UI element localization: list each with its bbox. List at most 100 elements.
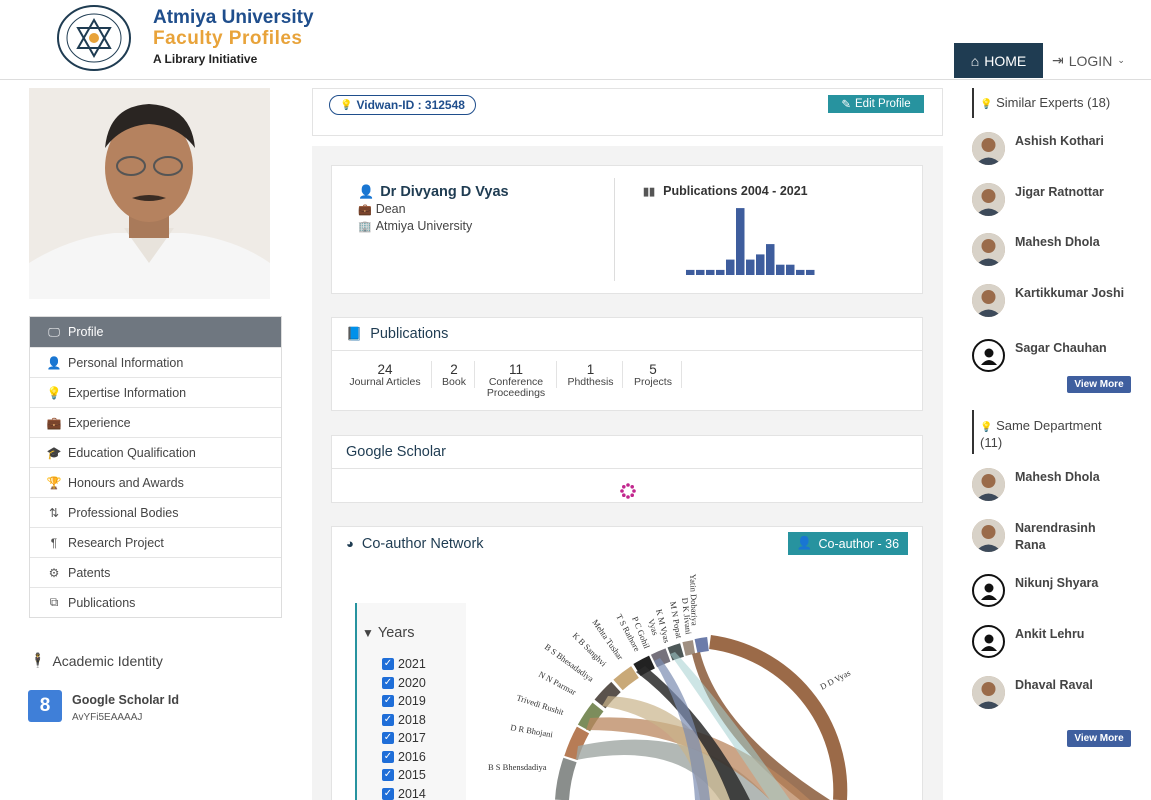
- menu-item-professional-bodies[interactable]: ⇅ Professional Bodies: [30, 497, 281, 527]
- filter-icon: ▼: [362, 626, 374, 640]
- expert-name[interactable]: Jigar Ratnottar: [1015, 184, 1125, 201]
- user-placeholder-icon[interactable]: [972, 625, 1005, 658]
- avatar[interactable]: [972, 284, 1005, 317]
- menu-item-publications[interactable]: ⧉ Publications: [30, 587, 281, 617]
- expert-name[interactable]: Sagar Chauhan: [1015, 340, 1125, 357]
- sign-in-icon: ⇥: [1052, 52, 1064, 68]
- stat-conference-proceedings[interactable]: 11 Conference Proceedings: [482, 363, 550, 399]
- expert-item[interactable]: Dhaval Raval: [972, 676, 1125, 709]
- expert-name[interactable]: Mahesh Dhola: [1015, 469, 1125, 486]
- checkbox-checked-icon[interactable]: ✓: [382, 750, 394, 763]
- vidwan-id-badge: 💡 Vidwan-ID : 312548: [329, 95, 476, 115]
- expert-item[interactable]: Ashish Kothari: [972, 132, 1125, 165]
- expert-name[interactable]: Ankit Lehru: [1015, 626, 1125, 643]
- tagline: A Library Initiative: [153, 52, 258, 66]
- checkbox-checked-icon[interactable]: ✓: [382, 658, 394, 670]
- menu-item-profile[interactable]: 🖵 Profile: [30, 317, 281, 347]
- stat-phdthesis[interactable]: 1 Phdthesis: [563, 363, 618, 388]
- publication-bar[interactable]: [776, 264, 785, 275]
- google-scholar-icon[interactable]: 8: [28, 690, 62, 722]
- avatar[interactable]: [972, 676, 1005, 709]
- institution-text: Atmiya University: [375, 219, 473, 233]
- checkbox-checked-icon[interactable]: ✓: [382, 676, 394, 689]
- expert-name[interactable]: Kartikkumar Joshi: [1015, 285, 1125, 302]
- publication-bar[interactable]: [726, 259, 735, 275]
- checkbox-checked-icon[interactable]: ✓: [382, 695, 394, 707]
- year-checkbox-row[interactable]: ✓ 2016: [382, 750, 426, 764]
- expert-item[interactable]: Mahesh Dhola: [972, 233, 1125, 266]
- publication-bar[interactable]: [696, 269, 705, 275]
- chord-arc-pcg[interactable]: [682, 640, 696, 656]
- coauthor-count-label: Co-author - 36: [818, 536, 900, 551]
- expert-item[interactable]: Ankit Lehru: [972, 625, 1125, 658]
- similar-view-more-button[interactable]: View More: [1067, 376, 1131, 393]
- year-checkbox-row[interactable]: ✓ 2018: [382, 713, 426, 727]
- university-logo[interactable]: [56, 4, 132, 72]
- publications-bar-chart[interactable]: [686, 201, 816, 275]
- avatar[interactable]: [972, 183, 1005, 216]
- menu-item-expertise-information[interactable]: 💡 Expertise Information: [30, 377, 281, 407]
- avatar[interactable]: [972, 233, 1005, 266]
- stat-journal-articles[interactable]: 24 Journal Articles: [345, 363, 425, 388]
- academic-identity-title: Academic Identity: [52, 652, 163, 669]
- expert-name[interactable]: Dhaval Raval: [1015, 677, 1125, 694]
- checkbox-checked-icon[interactable]: ✓: [382, 732, 394, 744]
- portal-name[interactable]: Faculty Profiles: [153, 28, 314, 50]
- publication-bar[interactable]: [746, 259, 755, 275]
- coauthor-chord-diagram[interactable]: D D Vyas B S Bhensdadiya D R Bhojani Tri…: [470, 570, 910, 800]
- year-checkbox-row[interactable]: ✓ 2015: [382, 768, 426, 782]
- publication-bar[interactable]: [686, 269, 695, 275]
- avatar[interactable]: [972, 519, 1005, 552]
- edit-profile-button[interactable]: ✎ Edit Profile: [828, 95, 924, 113]
- year-checkbox-row[interactable]: ✓ 2019: [382, 694, 426, 708]
- publication-bar[interactable]: [796, 269, 805, 275]
- menu-item-honours-and-awards[interactable]: 🏆 Honours and Awards: [30, 467, 281, 497]
- checkbox-checked-icon[interactable]: ✓: [382, 713, 394, 726]
- publication-bar[interactable]: [706, 269, 715, 275]
- stat-book[interactable]: 2 Book: [438, 363, 470, 388]
- nav-home-link[interactable]: ⌂ HOME: [954, 43, 1043, 78]
- department-view-more-button[interactable]: View More: [1067, 730, 1131, 747]
- checkbox-checked-icon[interactable]: ✓: [382, 769, 394, 781]
- expert-item[interactable]: Jigar Ratnottar: [972, 183, 1125, 216]
- year-checkbox-row[interactable]: ✓ 2020: [382, 676, 426, 690]
- expert-item[interactable]: Kartikkumar Joshi: [972, 284, 1125, 317]
- publication-bar[interactable]: [756, 254, 765, 275]
- publication-bar[interactable]: [736, 208, 745, 275]
- year-checkbox-row[interactable]: ✓ 2021: [382, 657, 426, 671]
- user-placeholder-icon[interactable]: [972, 574, 1005, 607]
- expert-item[interactable]: Narendrasinh Rana: [972, 519, 1125, 554]
- avatar[interactable]: [972, 468, 1005, 501]
- menu-item-experience[interactable]: 💼 Experience: [30, 407, 281, 437]
- expert-item[interactable]: Mahesh Dhola: [972, 468, 1125, 501]
- stat-projects[interactable]: 5 Projects: [629, 363, 677, 388]
- publication-bar[interactable]: [716, 269, 725, 275]
- checkbox-checked-icon[interactable]: ✓: [382, 787, 394, 800]
- publication-bar[interactable]: [786, 264, 795, 275]
- faculty-designation: 💼 Dean: [358, 202, 406, 216]
- menu-item-patents[interactable]: ⚙ Patents: [30, 557, 281, 587]
- user-placeholder-icon[interactable]: [972, 339, 1005, 372]
- publication-bar[interactable]: [806, 269, 815, 275]
- nav-login-dropdown[interactable]: ⇥ LOGIN ⌄: [1052, 43, 1125, 78]
- pie-chart-icon: ◕: [346, 536, 354, 551]
- expert-name[interactable]: Narendrasinh Rana: [1015, 520, 1125, 554]
- expert-item[interactable]: Sagar Chauhan: [972, 339, 1125, 372]
- google-scholar-id[interactable]: AvYFi5EAAAAJ: [72, 712, 142, 723]
- expert-name[interactable]: Mahesh Dhola: [1015, 234, 1125, 251]
- menu-item-personal-information[interactable]: 👤 Personal Information: [30, 347, 281, 377]
- expert-item[interactable]: Nikunj Shyara: [972, 574, 1125, 607]
- year-checkbox-row[interactable]: ✓ 2014: [382, 787, 426, 800]
- publication-bar[interactable]: [766, 244, 775, 275]
- menu-item-research-project[interactable]: ¶ Research Project: [30, 527, 281, 557]
- chord-arc-kmv[interactable]: [694, 637, 709, 653]
- avatar[interactable]: [972, 132, 1005, 165]
- expert-name[interactable]: Nikunj Shyara: [1015, 575, 1125, 592]
- menu-item-education-qualification[interactable]: 🎓 Education Qualification: [30, 437, 281, 467]
- chord-arc-bsb1[interactable]: [555, 757, 577, 800]
- university-name[interactable]: Atmiya University: [153, 8, 314, 28]
- chord-arc-bsb2[interactable]: [613, 666, 639, 691]
- expert-name[interactable]: Ashish Kothari: [1015, 133, 1125, 150]
- coauthor-count-button[interactable]: 👤 Co-author - 36: [788, 532, 908, 555]
- year-checkbox-row[interactable]: ✓ 2017: [382, 731, 426, 745]
